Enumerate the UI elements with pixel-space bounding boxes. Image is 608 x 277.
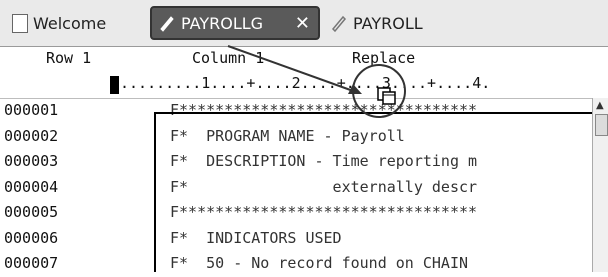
line-number[interactable]: 000007 xyxy=(0,251,118,277)
vertical-scrollbar[interactable]: ▲ xyxy=(592,98,608,272)
line-number[interactable]: 000005 xyxy=(0,200,118,226)
ruler-scale: .........1....+....2....+....3....+....4… xyxy=(120,74,491,92)
pencil-icon xyxy=(331,15,347,32)
tab-welcome[interactable]: Welcome xyxy=(12,6,106,40)
tab-payrollg-label: PAYROLLG xyxy=(181,13,264,33)
tab-payroll-label: PAYROLL xyxy=(353,13,423,33)
pencil-icon xyxy=(160,16,174,32)
close-icon[interactable]: ✕ xyxy=(295,13,310,34)
line-number[interactable]: 000003 xyxy=(0,149,118,175)
column-indicator: Column 1 xyxy=(192,49,265,67)
line-number[interactable]: 000006 xyxy=(0,226,118,252)
scroll-up-icon[interactable]: ▲ xyxy=(596,100,604,111)
tab-payroll[interactable]: PAYROLL xyxy=(330,6,423,40)
drop-target-outline xyxy=(154,112,608,272)
line-number[interactable]: 000001 xyxy=(0,98,118,124)
document-icon xyxy=(12,13,28,33)
line-number-gutter: 000001 000002 000003 000004 000005 00000… xyxy=(0,98,118,272)
row-indicator: Row 1 xyxy=(46,49,92,67)
ruler-cursor xyxy=(110,76,119,94)
line-number[interactable]: 000004 xyxy=(0,175,118,201)
drag-copy-icon xyxy=(377,87,396,105)
scrollbar-thumb[interactable] xyxy=(595,114,608,136)
column-ruler: .........1....+....2....+....3....+....4… xyxy=(0,70,608,99)
tab-payrollg[interactable]: PAYROLLG ✕ xyxy=(150,6,320,40)
tab-welcome-label: Welcome xyxy=(33,13,107,33)
editor-status-header: Row 1 Column 1 Replace xyxy=(0,46,608,70)
editor-tab-bar: Welcome PAYROLLG ✕ PAYROLL xyxy=(0,0,608,47)
line-number[interactable]: 000002 xyxy=(0,124,118,150)
